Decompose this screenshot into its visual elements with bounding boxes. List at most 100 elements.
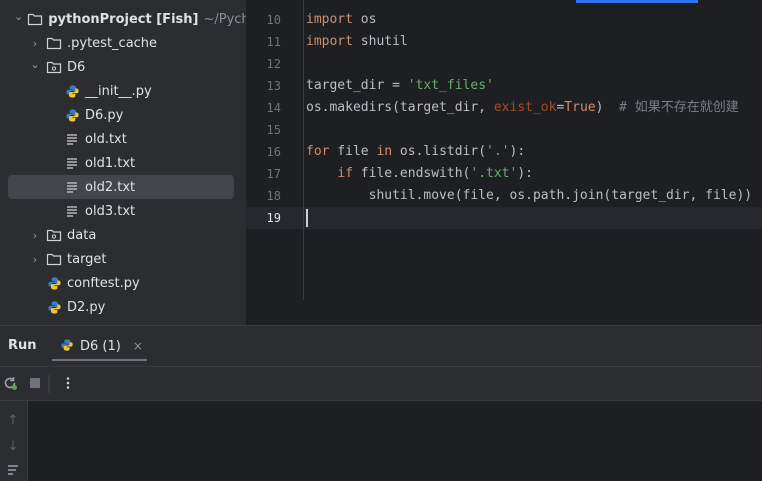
tree-item-target[interactable]: › target xyxy=(0,247,246,271)
toolbar-separator xyxy=(48,375,50,393)
python-file-icon xyxy=(46,275,62,291)
tree-item-conftest-py[interactable]: conftest.py xyxy=(0,271,246,295)
soft-wrap-icon[interactable] xyxy=(6,463,20,481)
line-number[interactable]: 16 xyxy=(267,141,281,163)
line-number[interactable]: 13 xyxy=(267,75,281,97)
text-caret xyxy=(306,209,308,227)
tree-item-label: pythonProject [Fish] xyxy=(48,11,199,27)
line-number[interactable]: 10 xyxy=(267,9,281,31)
code-token: ): xyxy=(517,166,533,181)
line-number[interactable]: 11 xyxy=(267,31,281,53)
code-line[interactable]: shutil.move(file, os.path.join(target_di… xyxy=(306,185,753,207)
code-editor[interactable]: 10 11 12 13 14 15 16 17 18 19 import os import shu… xyxy=(246,0,762,325)
tree-item-old3-txt[interactable]: old3.txt xyxy=(0,199,246,223)
tree-item-d2-py[interactable]: D2.py xyxy=(0,295,246,319)
tree-item-label: D2.py xyxy=(67,299,106,315)
console-output[interactable] xyxy=(28,401,762,481)
chevron-right-icon[interactable]: › xyxy=(28,37,42,50)
code-token: target_dir = xyxy=(306,78,408,93)
tree-item-data[interactable]: › data xyxy=(0,223,246,247)
tree-item-old-txt[interactable]: old.txt xyxy=(0,127,246,151)
line-number[interactable]: 17 xyxy=(267,163,281,185)
tree-item-d6[interactable]: ⌄ D6 xyxy=(0,55,246,79)
arrow-up-icon[interactable]: ↑ xyxy=(6,413,20,428)
line-number[interactable]: 12 xyxy=(267,53,281,75)
code-line[interactable]: os.makedirs(target_dir, exist_ok=True) #… xyxy=(306,97,739,119)
line-number[interactable]: 15 xyxy=(267,119,281,141)
tree-item-pytest-cache[interactable]: › .pytest_cache xyxy=(0,31,246,55)
folder-icon xyxy=(27,11,43,27)
tree-item-label: old.txt xyxy=(85,131,127,147)
code-line[interactable]: for file in os.listdir('.'): xyxy=(306,141,525,163)
code-token: os xyxy=(352,12,377,27)
tree-item-pythonproject-fish[interactable]: ⌄ pythonProject [Fish]~/Pycharm xyxy=(0,7,246,31)
rerun-icon[interactable] xyxy=(2,375,18,391)
code-token: ) xyxy=(595,100,620,115)
tree-item-label: data xyxy=(67,227,97,243)
chevron-down-icon[interactable]: ⌄ xyxy=(14,10,23,23)
tree-item-label: D6 xyxy=(67,59,86,75)
line-number[interactable]: 18 xyxy=(267,185,281,207)
tree-item-label: old2.txt xyxy=(85,179,136,195)
python-file-icon xyxy=(46,299,62,315)
console-side-toolbar: ↑ ↓ xyxy=(0,401,28,481)
run-toolbar xyxy=(0,367,762,401)
project-path: ~/Pycharm xyxy=(203,11,246,27)
code-token: '.' xyxy=(486,144,510,159)
text-file-icon xyxy=(64,203,80,219)
code-token: True xyxy=(564,100,596,115)
python-file-icon xyxy=(64,107,80,123)
code-token: in xyxy=(376,144,393,159)
python-run-icon xyxy=(60,337,74,356)
tree-item-init-py[interactable]: __init__.py xyxy=(0,79,246,103)
code-token: 'txt_files' xyxy=(407,78,494,93)
code-line[interactable]: if file.endswith('.txt'): xyxy=(306,163,533,185)
tree-item-label: __init__.py xyxy=(85,83,152,99)
code-token: file xyxy=(329,144,377,159)
package-folder-icon xyxy=(46,227,62,243)
chevron-right-icon[interactable]: › xyxy=(28,229,42,242)
tree-item-label: D6.py xyxy=(85,107,124,123)
text-file-icon xyxy=(64,155,80,171)
chevron-down-icon[interactable]: ⌄ xyxy=(28,58,42,71)
chevron-right-icon[interactable]: › xyxy=(28,253,42,266)
folder-icon xyxy=(46,251,62,267)
tree-item-old2-txt[interactable]: old2.txt xyxy=(8,175,234,199)
tree-item-label: .pytest_cache xyxy=(67,35,158,51)
code-token: ): xyxy=(509,144,526,159)
stop-icon[interactable] xyxy=(27,375,43,391)
package-folder-icon xyxy=(46,59,62,75)
line-number-gutter[interactable]: 10 11 12 13 14 15 16 17 18 19 xyxy=(246,0,304,300)
code-token: file.endswith( xyxy=(352,166,471,181)
run-panel-title: Run xyxy=(8,338,37,353)
code-token: exist_ok xyxy=(493,100,557,115)
active-tab-indicator xyxy=(576,0,698,3)
line-number[interactable]: 14 xyxy=(267,97,281,119)
python-file-icon xyxy=(64,83,80,99)
code-token: import xyxy=(306,12,353,27)
folder-icon xyxy=(46,35,62,51)
line-number[interactable]: 19 xyxy=(267,207,281,229)
close-icon[interactable]: × xyxy=(133,339,143,353)
code-token: os.makedirs(target_dir, xyxy=(306,100,494,115)
code-token: os.listdir( xyxy=(392,144,487,159)
tree-item-old1-txt[interactable]: old1.txt xyxy=(0,151,246,175)
current-line-highlight xyxy=(246,207,762,229)
code-token: import xyxy=(306,34,353,49)
code-token: if xyxy=(337,166,353,181)
code-token: # 如果不存在就创建 xyxy=(619,100,739,115)
text-file-icon xyxy=(64,179,80,195)
tree-item-d6-py[interactable]: D6.py xyxy=(0,103,246,127)
more-options-icon[interactable] xyxy=(60,375,76,391)
tree-item-label: old3.txt xyxy=(85,203,136,219)
arrow-down-icon[interactable]: ↓ xyxy=(6,439,20,454)
tree-item-label: conftest.py xyxy=(67,275,140,291)
code-line[interactable]: import os xyxy=(306,9,376,31)
code-line[interactable]: target_dir = 'txt_files' xyxy=(306,75,494,97)
run-tab-d6[interactable]: D6 (1) × xyxy=(52,333,147,361)
code-token: shutil.move(file, os.path.join(target_di… xyxy=(306,188,753,203)
code-token: shutil xyxy=(352,34,408,49)
code-token: '.txt' xyxy=(470,166,518,181)
project-tool-window: ⌄ pythonProject [Fish]~/Pycharm › .pytest_c… xyxy=(0,0,246,325)
code-line[interactable]: import shutil xyxy=(306,31,408,53)
